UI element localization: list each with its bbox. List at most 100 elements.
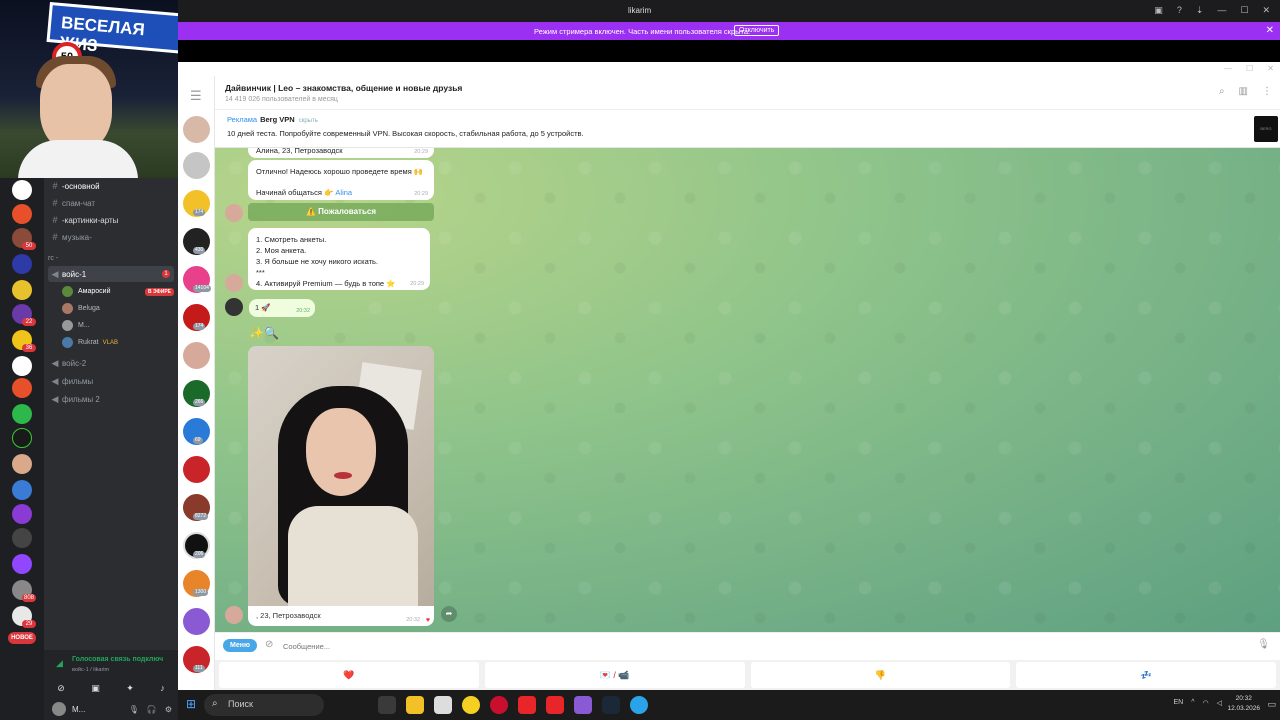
maximize-icon[interactable]: ☐ <box>1240 5 1248 16</box>
voice-user[interactable]: Rukrat VLAB <box>62 335 174 350</box>
yandex-browser-icon[interactable] <box>462 696 480 714</box>
message-video-button[interactable]: 💌 / 📹 <box>484 662 745 688</box>
menu-message[interactable]: 1. Смотреть анкеты. 2. Моя анкета. 3. Я … <box>248 228 430 290</box>
profile-link[interactable]: Alina <box>335 188 352 197</box>
sidebar-icon[interactable]: ▥ <box>1239 86 1248 97</box>
soundboard-icon[interactable]: ♪ <box>160 683 165 693</box>
close-icon[interactable]: ✕ <box>1262 5 1270 16</box>
channel-item[interactable]: # спам-чат <box>48 195 174 211</box>
mic-icon[interactable]: 🎙 <box>129 705 139 714</box>
activity-icon[interactable]: ✦ <box>126 683 134 694</box>
yandex-icon[interactable] <box>518 696 536 714</box>
minimize-icon[interactable]: — <box>1217 5 1226 16</box>
channel-item[interactable]: # музыка- <box>48 229 174 245</box>
volume-icon[interactable]: ◁ <box>1217 699 1222 707</box>
server-icon[interactable] <box>12 180 32 200</box>
voice-user[interactable]: Амаросий В ЭФИРЕ <box>62 284 174 299</box>
chat-avatar[interactable] <box>183 342 210 369</box>
opera-icon[interactable] <box>490 696 508 714</box>
notification-icon[interactable]: ▭ <box>1267 699 1276 710</box>
server-icon[interactable] <box>12 280 32 300</box>
screen-icon[interactable]: ▣ <box>1154 5 1163 16</box>
bot-menu-button[interactable]: Меню <box>223 639 257 652</box>
headphones-icon[interactable]: 🎧 <box>147 705 157 714</box>
download-icon[interactable]: ⇣ <box>1196 5 1204 16</box>
photo-caption[interactable]: , 23, Петрозаводск 20:32 ♥ <box>248 606 434 626</box>
more-icon[interactable]: ⋮ <box>1262 86 1272 97</box>
menu-icon[interactable]: ☰ <box>190 88 202 104</box>
server-icon[interactable] <box>12 454 32 474</box>
maximize-icon[interactable]: ☐ <box>1246 64 1253 73</box>
mic-icon[interactable]: 🎙 <box>1257 639 1270 650</box>
chat-avatar[interactable] <box>183 116 210 143</box>
channel-item[interactable]: # -основной <box>48 178 174 194</box>
server-icon[interactable] <box>12 204 32 224</box>
avatar[interactable] <box>52 702 66 716</box>
sleep-button[interactable]: 💤 <box>1016 662 1276 688</box>
channel-item[interactable]: # -картинки-арты <box>48 212 174 228</box>
dislike-button[interactable]: 👎 <box>750 662 1011 688</box>
attach-icon[interactable]: ⊘ <box>265 639 273 650</box>
wifi-icon[interactable]: ◠ <box>1203 699 1209 707</box>
like-button[interactable]: ❤️ <box>219 662 479 688</box>
sponsored-banner[interactable]: Реклама Berg VPN скрыть 10 дней теста. Поп… <box>215 110 1280 148</box>
message-input[interactable] <box>283 637 1183 655</box>
server-icon[interactable] <box>12 404 32 424</box>
voice-channel-active[interactable]: ◀ войс-1 1 <box>48 266 174 282</box>
bot-avatar[interactable] <box>225 606 243 624</box>
language-indicator[interactable]: EN <box>1173 699 1183 707</box>
heart-reaction-icon[interactable]: ♥ <box>426 617 430 624</box>
clock[interactable]: 20:32 12.03.2026 <box>1227 694 1260 714</box>
server-icon[interactable] <box>12 356 32 376</box>
store-icon[interactable] <box>434 696 452 714</box>
gear-icon[interactable]: ⚙ <box>165 705 172 714</box>
message-bubble[interactable]: Алина, 23, Петрозаводск 20:29 <box>248 148 434 158</box>
my-avatar[interactable] <box>225 298 243 316</box>
report-button[interactable]: ⚠️ Пожаловаться <box>248 203 434 221</box>
share-icon[interactable]: ➦ <box>441 606 457 622</box>
voice-user[interactable]: М... <box>62 318 174 333</box>
profile-photo[interactable] <box>248 346 434 606</box>
twitch-icon[interactable] <box>12 554 32 574</box>
chat-avatar[interactable] <box>183 152 210 179</box>
screen-share-icon[interactable]: ▣ <box>91 683 100 694</box>
task-view-icon[interactable] <box>378 696 396 714</box>
close-icon[interactable]: ✕ <box>1266 25 1274 36</box>
server-icon[interactable] <box>12 428 32 448</box>
help-icon[interactable]: ? <box>1177 5 1182 16</box>
chat-avatar[interactable] <box>183 456 210 483</box>
search-icon[interactable]: ⌕ <box>1219 86 1225 97</box>
voice-status-sub[interactable]: войс-1 / likarim <box>72 667 109 673</box>
chat-header[interactable]: Дайвинчик | Leo – знакомства, общение и … <box>215 76 1280 110</box>
category-label[interactable]: гс - <box>48 255 58 262</box>
discord-icon[interactable] <box>574 696 592 714</box>
server-icon[interactable] <box>12 528 32 548</box>
explorer-icon[interactable] <box>406 696 424 714</box>
outgoing-message[interactable]: 1 🚀 20:32 <box>249 299 315 317</box>
camera-off-icon[interactable]: ⊘ <box>57 683 65 694</box>
ad-hide-link[interactable]: скрыть <box>299 118 318 124</box>
user-name[interactable]: М... <box>72 705 85 714</box>
disable-streamer-button[interactable]: Отключить <box>734 25 780 36</box>
telegram-icon[interactable] <box>630 696 648 714</box>
message-bubble[interactable]: Отлично! Надеюсь хорошо проведете время … <box>248 160 434 200</box>
server-icon[interactable] <box>12 480 32 500</box>
voice-user[interactable]: Beluga <box>62 301 174 316</box>
server-icon[interactable] <box>12 254 32 274</box>
taskbar-search[interactable]: ⌕ Поиск <box>204 694 324 716</box>
bot-avatar[interactable] <box>225 274 243 292</box>
bot-avatar[interactable] <box>225 204 243 222</box>
voice-channel[interactable]: ◀ фильмы 2 <box>48 391 174 407</box>
windows-start-icon[interactable]: ⊞ <box>186 697 196 711</box>
chevron-up-icon[interactable]: ^ <box>1191 699 1194 707</box>
server-icon[interactable] <box>12 378 32 398</box>
steam-icon[interactable] <box>602 696 620 714</box>
close-icon[interactable]: ✕ <box>1267 64 1274 73</box>
server-icon[interactable] <box>12 504 32 524</box>
app-icon[interactable] <box>546 696 564 714</box>
minimize-icon[interactable]: — <box>1224 64 1232 73</box>
voice-channel[interactable]: ◀ войс-2 <box>48 355 174 371</box>
new-badge[interactable]: НОВОЕ <box>8 632 36 644</box>
voice-channel[interactable]: ◀ фильмы <box>48 373 174 389</box>
chat-avatar[interactable] <box>183 608 210 635</box>
